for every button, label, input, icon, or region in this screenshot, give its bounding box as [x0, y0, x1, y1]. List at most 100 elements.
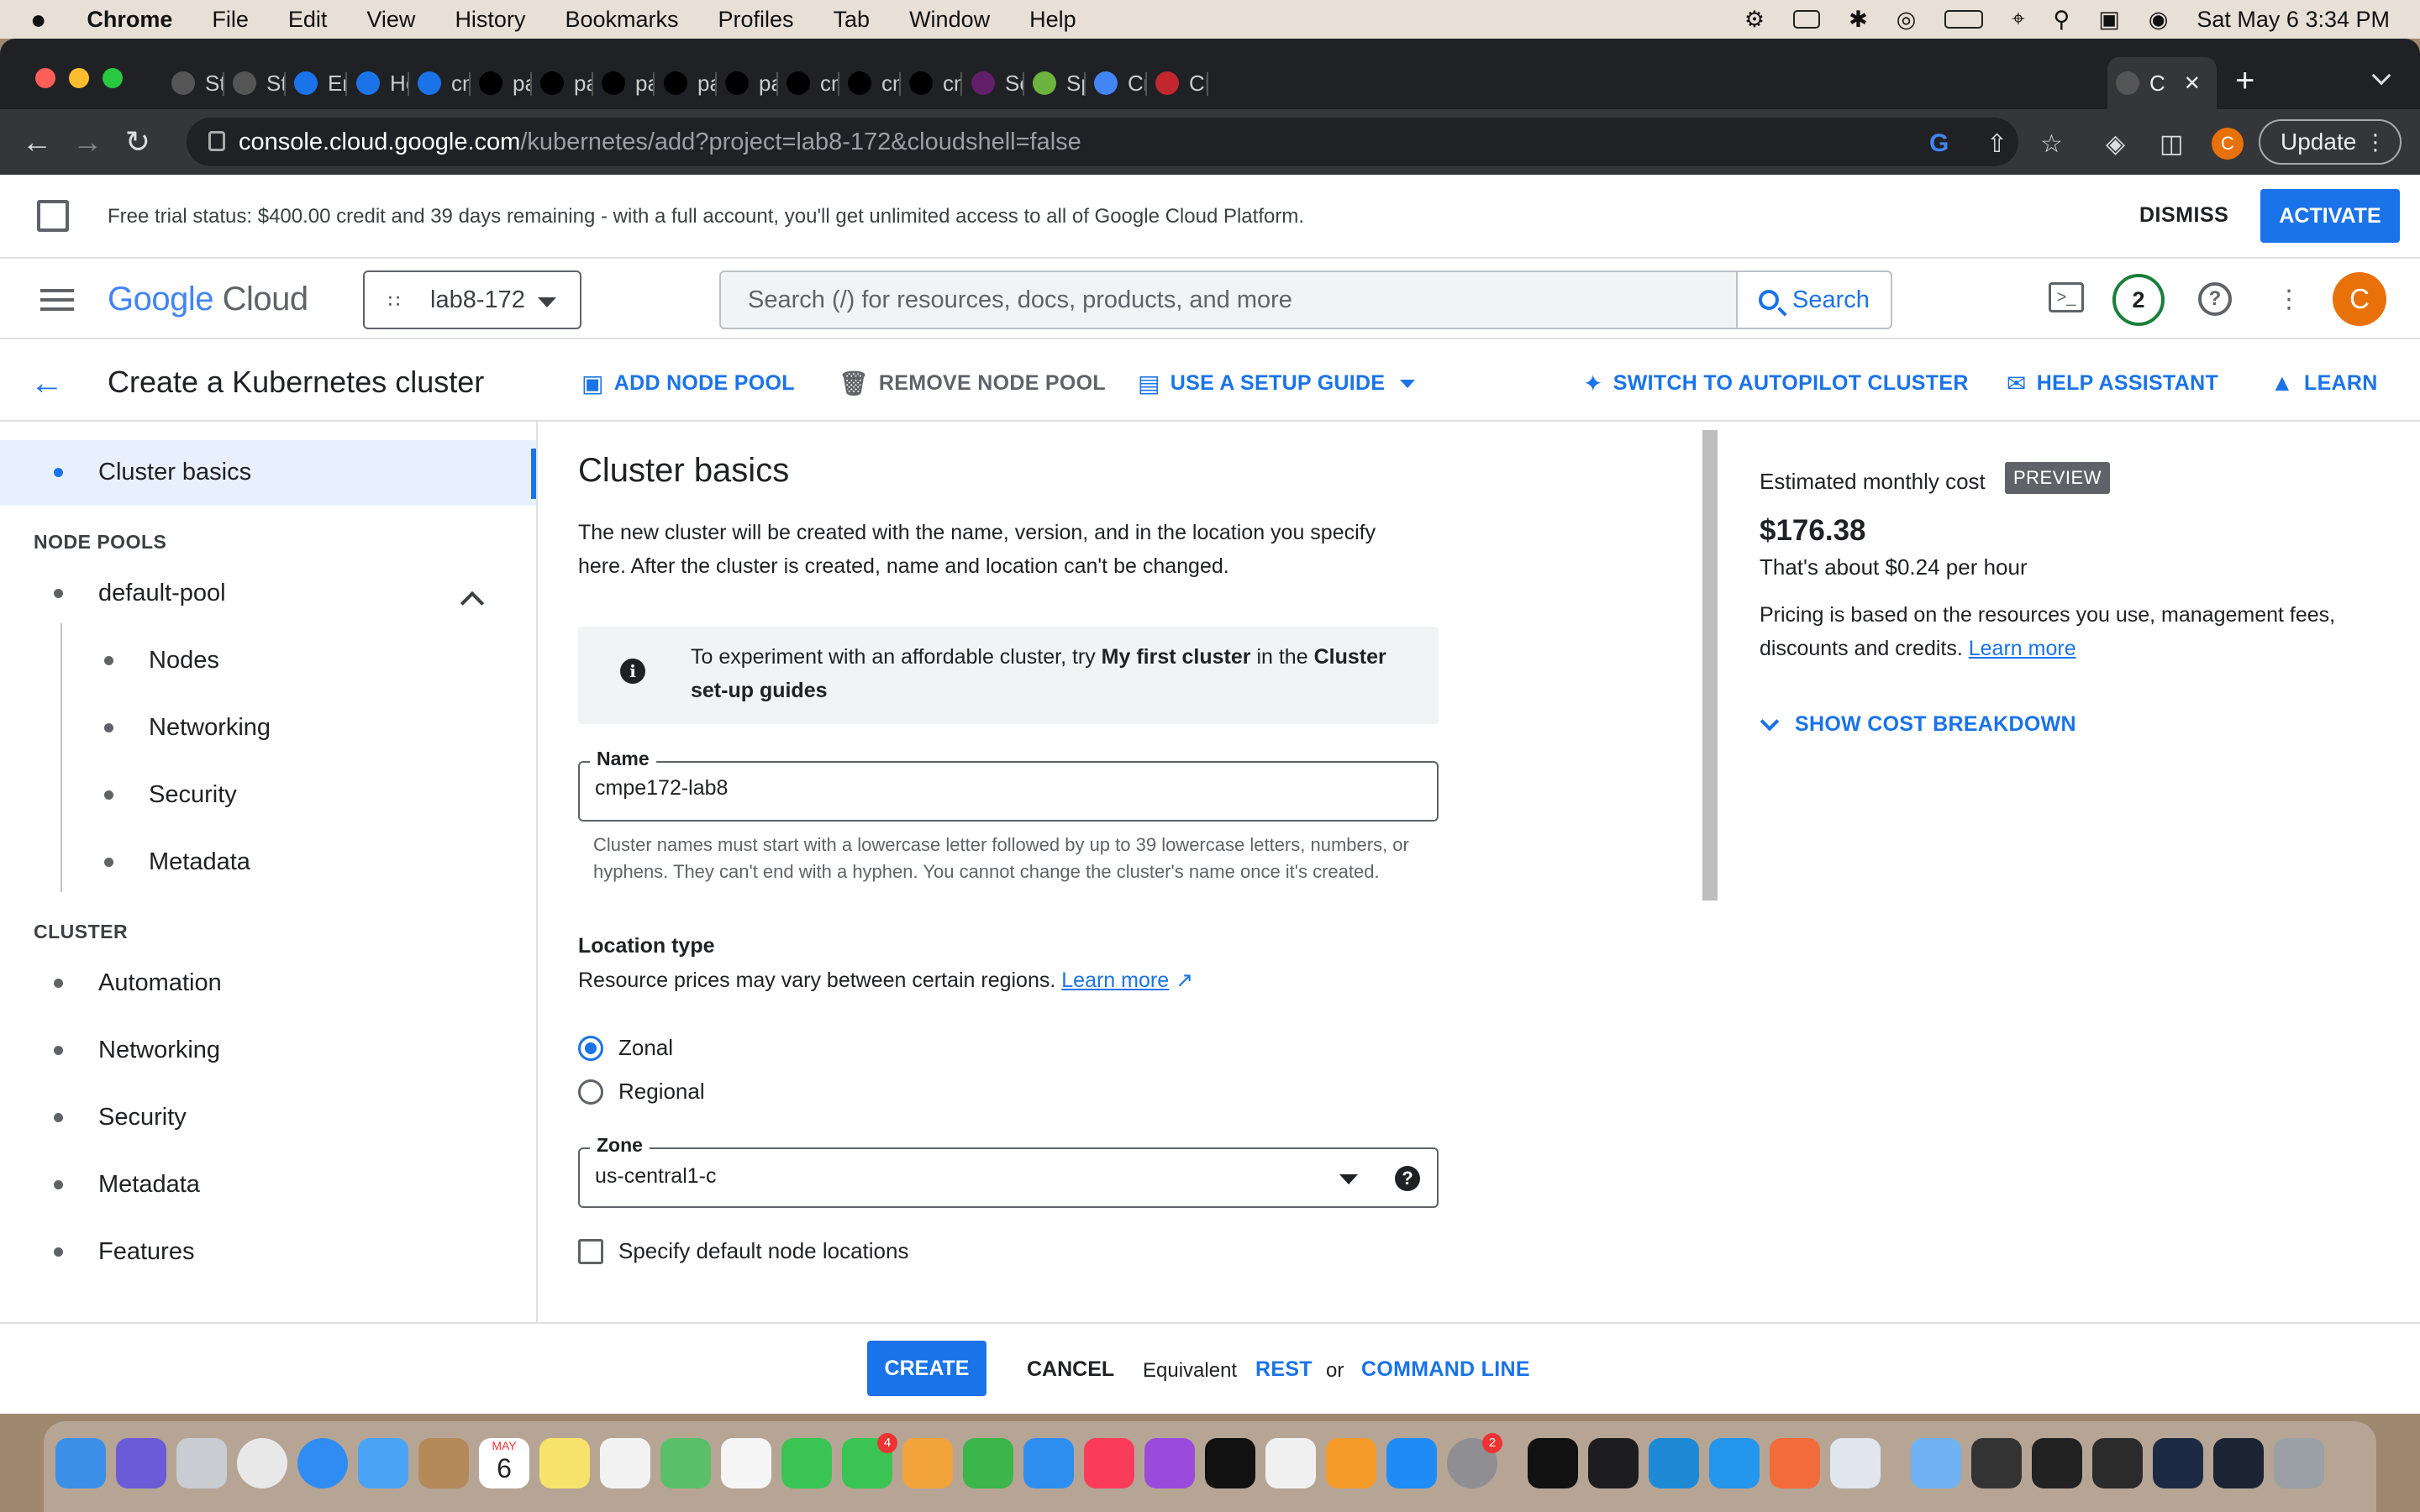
postman-icon[interactable] [1770, 1438, 1820, 1488]
cluster-name-input[interactable] [595, 776, 1351, 801]
mail-icon[interactable] [358, 1438, 408, 1488]
help-icon[interactable]: ? [2198, 282, 2232, 316]
learn-button[interactable]: ▲ LEARN [2270, 370, 2378, 396]
browser-tab[interactable]: Sprin [1024, 57, 1086, 109]
menu-view[interactable]: View [366, 7, 415, 33]
music-icon[interactable] [1084, 1438, 1134, 1488]
zone-select[interactable]: Zone us-central1-c ? [578, 1134, 1439, 1208]
add-node-pool-button[interactable]: ▣ ADD NODE POOL [581, 370, 795, 397]
help-assistant-button[interactable]: ✉ HELP ASSISTANT [2007, 370, 2218, 397]
specify-default-checkbox[interactable]: Specify default node locations [578, 1238, 908, 1264]
browser-tab[interactable]: Searc [963, 57, 1024, 109]
docker-icon[interactable] [1709, 1438, 1760, 1488]
new-tab-icon[interactable]: + [2235, 62, 2254, 100]
rest-link[interactable]: REST [1255, 1357, 1313, 1382]
close-window-icon[interactable] [35, 68, 55, 88]
spotlight-icon[interactable]: ⚲ [2054, 7, 2070, 33]
facetime-icon[interactable]: 4 [842, 1433, 897, 1488]
back-icon[interactable]: ← [12, 124, 62, 160]
numbers-icon[interactable] [963, 1438, 1013, 1488]
google-lens-icon[interactable]: G [1929, 129, 1949, 158]
window-thumbnail-icon[interactable] [2153, 1438, 2203, 1488]
nav-cluster-features[interactable]: Features [54, 1238, 194, 1266]
nav-pool-security[interactable]: Security [104, 781, 237, 809]
books-icon[interactable] [1326, 1438, 1376, 1488]
nav-pool-networking[interactable]: Networking [104, 714, 271, 742]
contacts-icon[interactable] [418, 1438, 469, 1488]
tab-search-icon[interactable] [2371, 66, 2391, 86]
minimize-window-icon[interactable] [69, 68, 89, 88]
nav-cluster-automation[interactable]: Automation [54, 969, 222, 997]
browser-tab[interactable]: Hello [348, 57, 409, 109]
nav-cluster-metadata[interactable]: Metadata [54, 1171, 200, 1199]
zone-help-icon[interactable]: ? [1395, 1166, 1420, 1191]
terminal-icon[interactable] [1528, 1438, 1578, 1488]
bookmark-star-icon[interactable]: ☆ [2040, 129, 2063, 159]
control-center-icon[interactable]: ▣ [2098, 7, 2120, 33]
browser-tab[interactable]: C ✕ [2107, 57, 2217, 109]
apple-tv-icon[interactable] [1205, 1438, 1255, 1488]
account-avatar[interactable]: C [2333, 272, 2386, 326]
preview-app-icon[interactable] [1830, 1438, 1881, 1488]
lock-icon[interactable] [208, 131, 225, 151]
app-store-icon[interactable] [1386, 1438, 1437, 1488]
side-panel-icon[interactable]: ◫ [2160, 129, 2183, 159]
window-thumbnail-icon[interactable] [2213, 1438, 2264, 1488]
location-learn-more-link[interactable]: Learn more [1061, 969, 1169, 992]
window-thumbnail-icon[interactable] [1971, 1438, 2022, 1488]
collapse-chevron-icon[interactable] [460, 591, 485, 616]
search-button[interactable]: Search [1736, 272, 1891, 328]
form-scrollbar[interactable] [1702, 430, 1718, 900]
share-icon[interactable]: ⇧ [1986, 129, 2007, 159]
cancel-button[interactable]: CANCEL [1027, 1357, 1114, 1382]
pricing-learn-more-link[interactable]: Learn more [1969, 637, 2076, 660]
menu-app-chrome[interactable]: Chrome [87, 7, 172, 33]
update-button[interactable]: Update ⋮ [2259, 119, 2402, 165]
browser-tab[interactable]: pauln [532, 57, 593, 109]
menu-help[interactable]: Help [1029, 7, 1076, 33]
browser-tab[interactable]: Enter [286, 57, 347, 109]
siri-icon[interactable]: ◉ [2149, 7, 2169, 33]
browser-tab[interactable]: Cred [1086, 57, 1147, 109]
messages-icon[interactable] [781, 1438, 832, 1488]
remove-node-pool-button[interactable]: 🗑 REMOVE NODE POOL [839, 370, 1106, 397]
podcasts-icon[interactable] [1144, 1438, 1195, 1488]
notifications-badge[interactable]: 2 [2112, 274, 2165, 326]
create-button[interactable]: CREATE [867, 1341, 986, 1396]
forward-icon[interactable]: → [62, 124, 113, 160]
nav-pool-metadata[interactable]: Metadata [104, 848, 250, 876]
google-cloud-logo[interactable]: Google Cloud [108, 281, 308, 318]
more-vert-icon[interactable]: ⋮ [2272, 282, 2306, 316]
menu-tab[interactable]: Tab [834, 7, 871, 33]
nav-default-pool[interactable]: default-pool [54, 580, 226, 607]
hamburger-menu-icon[interactable] [40, 289, 74, 311]
search-input[interactable] [721, 286, 1704, 314]
menu-bookmarks[interactable]: Bookmarks [565, 7, 678, 33]
nav-cluster-networking[interactable]: Networking [54, 1037, 220, 1064]
browser-tab[interactable]: pauln [717, 57, 778, 109]
project-selector[interactable]: ∷ lab8-172 [363, 270, 581, 329]
siri-dock-icon[interactable] [116, 1438, 166, 1488]
menu-window[interactable]: Window [909, 7, 990, 33]
nav-cluster-basics[interactable]: Cluster basics [54, 459, 251, 486]
browser-tab[interactable]: Starb [163, 57, 224, 109]
intellij-icon[interactable] [1588, 1438, 1639, 1488]
vscode-icon[interactable] [1649, 1438, 1699, 1488]
downloads-folder-icon[interactable] [1911, 1438, 1961, 1488]
news-icon[interactable] [1265, 1438, 1316, 1488]
back-arrow-icon[interactable]: ← [30, 365, 64, 402]
status-icon-ai[interactable]: ⚙ [1744, 7, 1765, 33]
calendar-icon[interactable]: MAY 6 [479, 1438, 529, 1488]
menu-history[interactable]: History [455, 7, 525, 33]
memory-icon[interactable] [1793, 10, 1821, 29]
menubar-clock[interactable]: Sat May 6 3:34 PM [2196, 7, 2390, 33]
browser-tab[interactable]: cmpe [901, 57, 962, 109]
extensions-icon[interactable]: ◈ [2106, 129, 2125, 159]
regional-radio[interactable]: Regional [578, 1079, 705, 1105]
switch-autopilot-button[interactable]: ✦ SWITCH TO AUTOPILOT CLUSTER [1583, 370, 1969, 397]
command-line-link[interactable]: COMMAND LINE [1361, 1357, 1530, 1382]
profile-avatar[interactable]: C [2212, 128, 2244, 160]
apple-menu-icon[interactable]: ● [30, 4, 46, 35]
window-thumbnail-icon[interactable] [2032, 1438, 2082, 1488]
browser-tab[interactable]: pauln [593, 57, 655, 109]
